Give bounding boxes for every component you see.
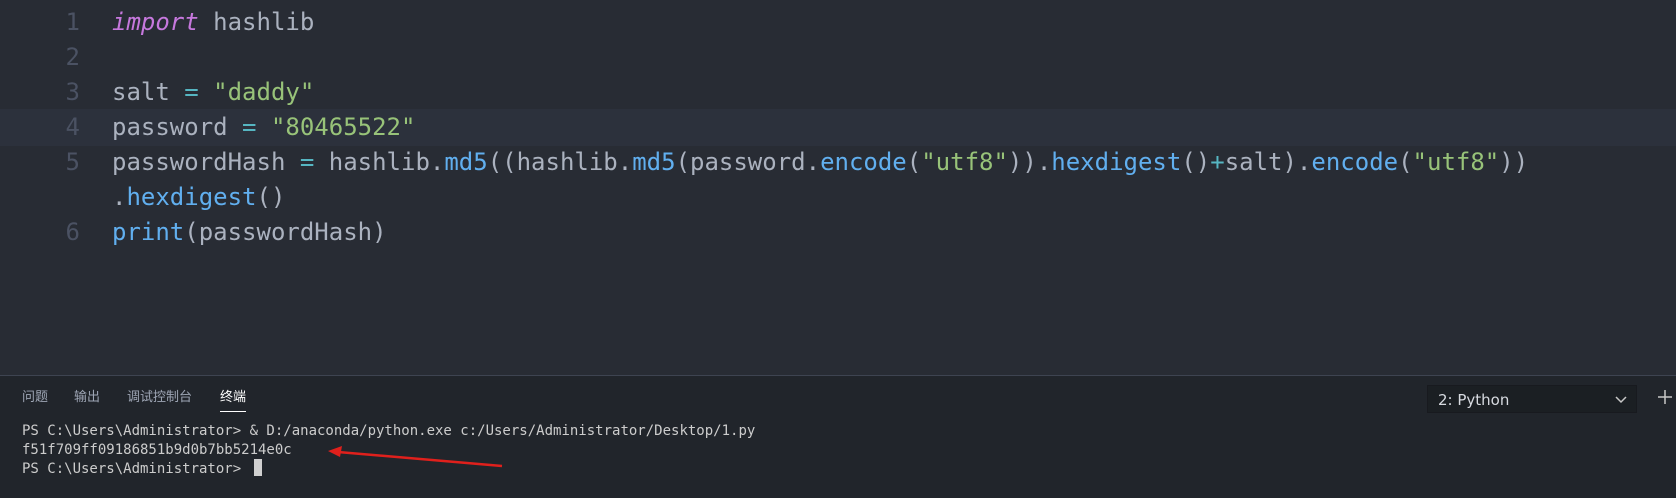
code-text: salt = "daddy" — [112, 78, 315, 106]
code-line[interactable]: 6 print(passwordHash) — [0, 214, 1676, 251]
red-arrow-annotation — [328, 446, 503, 468]
tab-debug-console[interactable]: 调试控制台 — [127, 388, 192, 408]
line-number: 6 — [65, 218, 80, 246]
bottom-panel: 问题 输出 调试控制台 终端 2: Python PS C:\Users\Adm… — [0, 375, 1676, 498]
terminal-line: PS C:\Users\Administrator> & D:/anaconda… — [22, 423, 756, 439]
terminal-prompt[interactable]: PS C:\Users\Administrator> — [22, 459, 262, 479]
tab-problems[interactable]: 问题 — [22, 388, 48, 408]
code-line-current[interactable]: 4 password = "80465522" — [0, 109, 1676, 146]
tab-output[interactable]: 输出 — [74, 388, 100, 408]
line-number: 5 — [65, 148, 80, 176]
line-number: 3 — [65, 78, 80, 106]
code-text: passwordHash = hashlib.md5((hashlib.md5(… — [112, 148, 1529, 176]
line-number: 4 — [65, 113, 80, 141]
terminal-select[interactable]: 2: Python — [1427, 385, 1637, 413]
terminal-select-value: 2: Python — [1438, 391, 1510, 409]
code-text: import hashlib — [112, 8, 315, 36]
code-line[interactable]: 2 — [0, 39, 1676, 76]
code-text: print(passwordHash) — [112, 218, 387, 246]
code-text: .hexdigest() — [112, 183, 286, 211]
tab-terminal[interactable]: 终端 — [220, 388, 247, 412]
plus-icon[interactable] — [1656, 388, 1674, 406]
terminal-cursor — [253, 459, 262, 476]
code-editor[interactable]: 1 import hashlib 2 3 salt = "daddy" 4 pa… — [0, 0, 1676, 375]
chevron-down-icon — [1614, 386, 1628, 414]
code-text: password = "80465522" — [112, 113, 416, 141]
line-number: 2 — [65, 43, 80, 71]
code-line[interactable]: 3 salt = "daddy" — [0, 74, 1676, 111]
terminal-prompt-text: PS C:\Users\Administrator> — [22, 461, 250, 477]
code-line-wrapped[interactable]: .hexdigest() — [0, 179, 1676, 216]
code-line[interactable]: 5 passwordHash = hashlib.md5((hashlib.md… — [0, 144, 1676, 181]
code-line[interactable]: 1 import hashlib — [0, 4, 1676, 41]
line-number: 1 — [65, 8, 80, 36]
terminal-output-hash: f51f709ff09186851b9d0b7bb5214e0c — [22, 442, 292, 458]
